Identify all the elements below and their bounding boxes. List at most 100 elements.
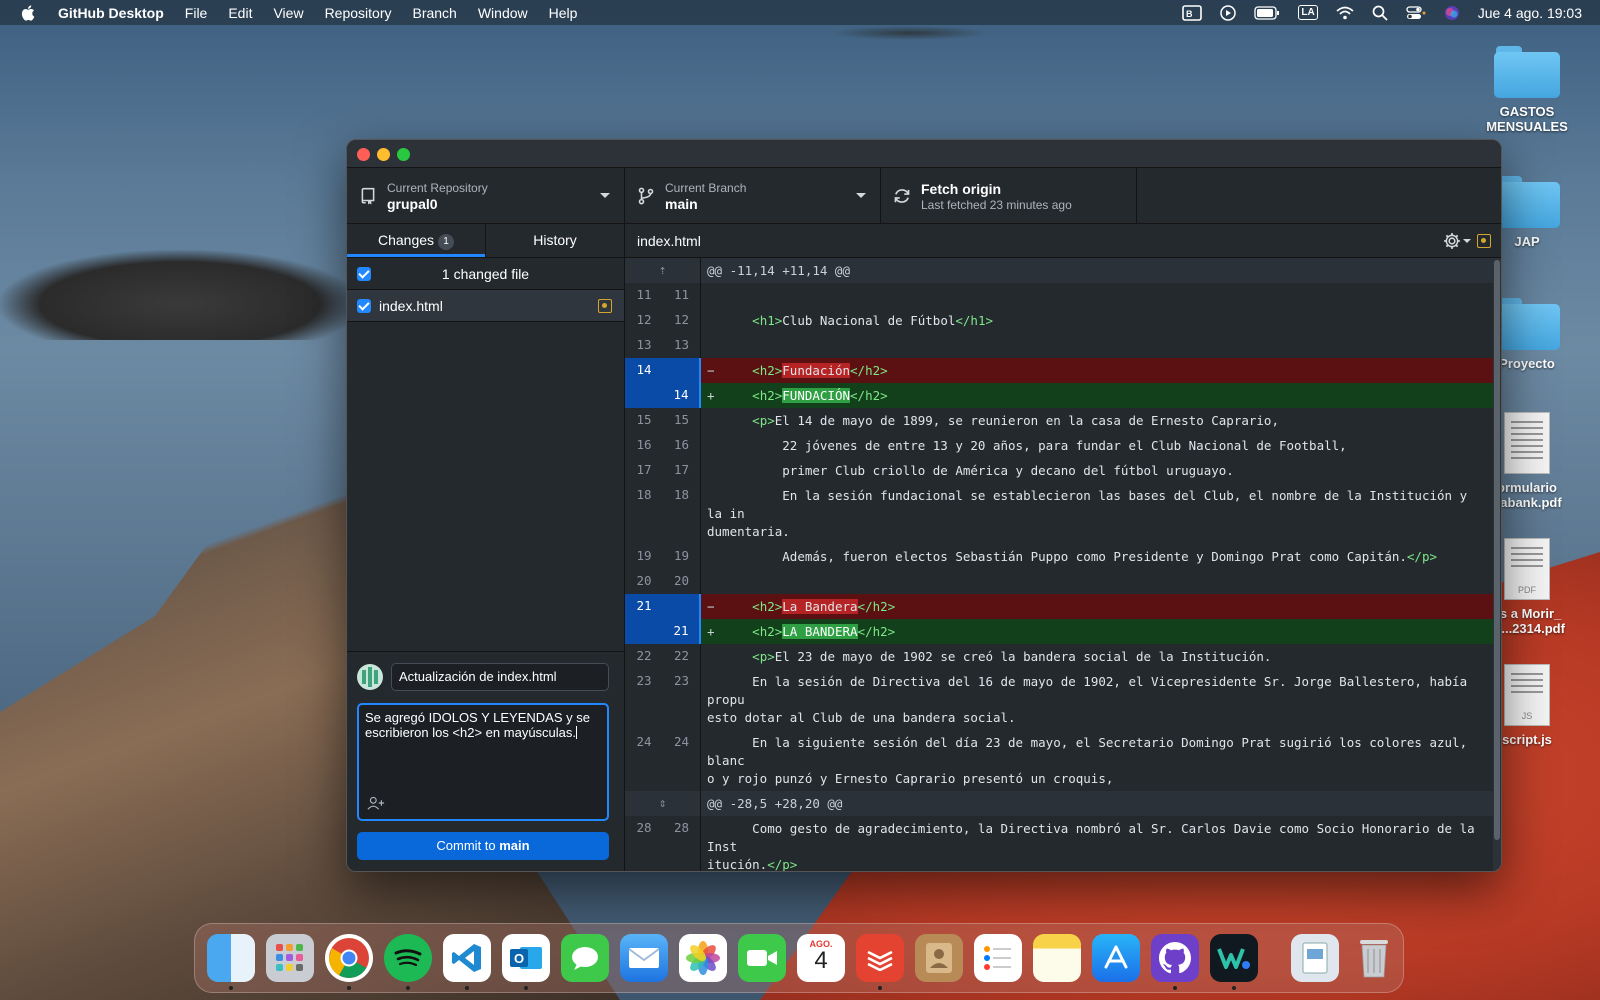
diff-line[interactable]: 18 18 En la sesión fundacional se estable… <box>625 483 1493 544</box>
diff-line[interactable]: 16 16 22 jóvenes de entre 13 y 20 años, p… <box>625 433 1493 458</box>
dock-photos[interactable] <box>679 934 727 982</box>
menu-branch[interactable]: Branch <box>412 5 456 21</box>
diff-line-code <box>701 569 1493 594</box>
svg-text:B: B <box>1186 9 1193 19</box>
bluetooth-display-icon[interactable]: B <box>1182 4 1203 21</box>
commit-button[interactable]: Commit to main <box>357 832 609 860</box>
diff-line[interactable]: 13 13 <box>625 333 1493 358</box>
siri-icon[interactable] <box>1444 5 1460 21</box>
diff-line-removed[interactable]: 14 − <h2>Fundación</h2> <box>625 358 1493 383</box>
fetch-origin-button[interactable]: Fetch origin Last fetched 23 minutes ago <box>881 168 1137 224</box>
dock-mail[interactable] <box>620 934 668 982</box>
new-line-number: 13 <box>663 333 701 358</box>
old-line-number: 11 <box>636 287 652 302</box>
tab-history[interactable]: History <box>485 224 624 257</box>
gear-icon[interactable] <box>1443 232 1461 250</box>
menu-help[interactable]: Help <box>549 5 578 21</box>
dock-launchpad[interactable] <box>266 934 314 982</box>
chevron-down-icon[interactable] <box>1463 239 1471 243</box>
diff-scrollbar[interactable] <box>1493 258 1501 871</box>
chevron-down-icon <box>600 193 610 198</box>
diff-line-code: primer Club criollo de América y decano … <box>722 463 1234 478</box>
diff-line-added[interactable]: 21 + <h2>LA BANDERA</h2> <box>625 619 1493 644</box>
tab-changes[interactable]: Changes 1 <box>347 224 485 257</box>
dock-spotify[interactable] <box>384 934 432 990</box>
diff-line[interactable]: 11 11 <box>625 283 1493 308</box>
commit-form: Actualización de index.html Se agregó ID… <box>347 651 624 871</box>
current-branch-caption: Current Branch <box>665 181 747 195</box>
new-line-number: 21 <box>663 619 701 644</box>
expand-both-icon[interactable]: ⇕ <box>625 791 701 816</box>
new-line-number: 12 <box>663 308 701 333</box>
current-repository-dropdown[interactable]: Current Repository grupal0 <box>347 168 625 224</box>
scrollbar-thumb[interactable] <box>1494 260 1500 840</box>
input-source-icon[interactable]: LA <box>1298 5 1318 20</box>
diff-line[interactable]: 15 15 <p>El 14 de mayo de 1899, se reunie… <box>625 408 1493 433</box>
dock-github-desktop[interactable] <box>1151 934 1199 990</box>
diff-line[interactable]: 12 12 <h1>Club Nacional de Fútbol</h1> <box>625 308 1493 333</box>
add-coauthor-icon[interactable] <box>367 795 385 811</box>
changed-file-row[interactable]: index.html <box>347 290 624 322</box>
last-fetched-caption: Last fetched 23 minutes ago <box>921 198 1072 212</box>
diff-line[interactable]: 24 24 En la siguiente sesión del día 23 d… <box>625 730 1493 791</box>
battery-icon[interactable] <box>1254 5 1280 20</box>
dock-contacts[interactable] <box>915 934 963 982</box>
dock-outlook[interactable]: O <box>502 934 550 990</box>
dock-vscode[interactable] <box>443 934 491 990</box>
old-line-number: 17 <box>636 462 652 477</box>
dock-messages[interactable] <box>561 934 609 982</box>
dock-reminders[interactable] <box>974 934 1022 982</box>
dock-calendar[interactable]: AGO. 4 <box>797 934 845 982</box>
dock-chrome[interactable] <box>325 934 373 990</box>
dock-notes[interactable] <box>1033 934 1081 982</box>
control-center-icon[interactable] <box>1406 5 1426 21</box>
commit-description-textarea[interactable]: Se agregó IDOLOS Y LEYENDAS y se escribi… <box>357 703 609 821</box>
diff-line[interactable]: 28 28 Como gesto de agradecimiento, la Di… <box>625 816 1493 871</box>
old-line-number: 20 <box>636 573 652 588</box>
play-icon[interactable] <box>1220 4 1237 21</box>
menu-file[interactable]: File <box>185 5 208 21</box>
current-repository-name: grupal0 <box>387 196 438 212</box>
desktop-folder-gastos[interactable]: GASTOS MENSUALES <box>1472 46 1582 134</box>
dock-preview[interactable] <box>1291 934 1339 982</box>
diff-line-code: <p>El 23 de mayo de 1902 se creó la band… <box>752 649 1272 664</box>
apple-icon[interactable] <box>20 4 38 22</box>
minimize-window-button[interactable] <box>377 148 390 161</box>
diff-line[interactable]: 17 17 primer Club criollo de América y de… <box>625 458 1493 483</box>
expand-up-icon[interactable]: ⇡ <box>625 258 701 283</box>
diff-line-removed[interactable]: 21 − <h2>La Bandera</h2> <box>625 594 1493 619</box>
menu-bar: GitHub Desktop File Edit View Repository… <box>0 0 1600 25</box>
dock-finder[interactable] <box>207 934 255 990</box>
zoom-window-button[interactable] <box>397 148 410 161</box>
dock-app-store[interactable] <box>1092 934 1140 982</box>
wifi-icon[interactable] <box>1336 6 1354 20</box>
diff-panel: index.html ⇡ @@ -11,14 +11,14 @@ 11 11 12… <box>625 224 1501 871</box>
dock-webex[interactable] <box>1210 934 1258 990</box>
menu-edit[interactable]: Edit <box>228 5 252 21</box>
background-island <box>830 26 990 40</box>
new-line-number: 19 <box>663 544 701 569</box>
menu-view[interactable]: View <box>273 5 303 21</box>
window-titlebar[interactable] <box>347 140 1501 168</box>
close-window-button[interactable] <box>357 148 370 161</box>
diff-line[interactable]: 20 20 <box>625 569 1493 594</box>
diff-line[interactable]: 22 22 <p>El 23 de mayo de 1902 se creó la… <box>625 644 1493 669</box>
diff-line-code: En la sesión fundacional se estableciero… <box>707 488 1468 539</box>
dock-todoist[interactable] <box>856 934 904 990</box>
menu-app-name[interactable]: GitHub Desktop <box>58 5 164 21</box>
dock-trash[interactable] <box>1350 934 1398 982</box>
new-line-number <box>663 594 701 619</box>
diff-line[interactable]: 23 23 En la sesión de Directiva del 16 de… <box>625 669 1493 730</box>
file-include-checkbox[interactable] <box>357 299 371 313</box>
diff-line-added[interactable]: 14 + <h2>FUNDACIÓN</h2> <box>625 383 1493 408</box>
menu-clock[interactable]: Jue 4 ago. 19:03 <box>1478 5 1582 21</box>
commit-summary-input[interactable]: Actualización de index.html <box>391 663 609 691</box>
dock-facetime[interactable] <box>738 934 786 982</box>
menu-window[interactable]: Window <box>478 5 528 21</box>
diff-line-code <box>701 333 1493 358</box>
search-icon[interactable] <box>1372 5 1388 21</box>
current-branch-dropdown[interactable]: Current Branch main <box>625 168 881 224</box>
diff-line[interactable]: 19 19 Además, fueron electos Sebastián Pu… <box>625 544 1493 569</box>
menu-repository[interactable]: Repository <box>325 5 392 21</box>
old-line-number: 13 <box>636 337 652 352</box>
